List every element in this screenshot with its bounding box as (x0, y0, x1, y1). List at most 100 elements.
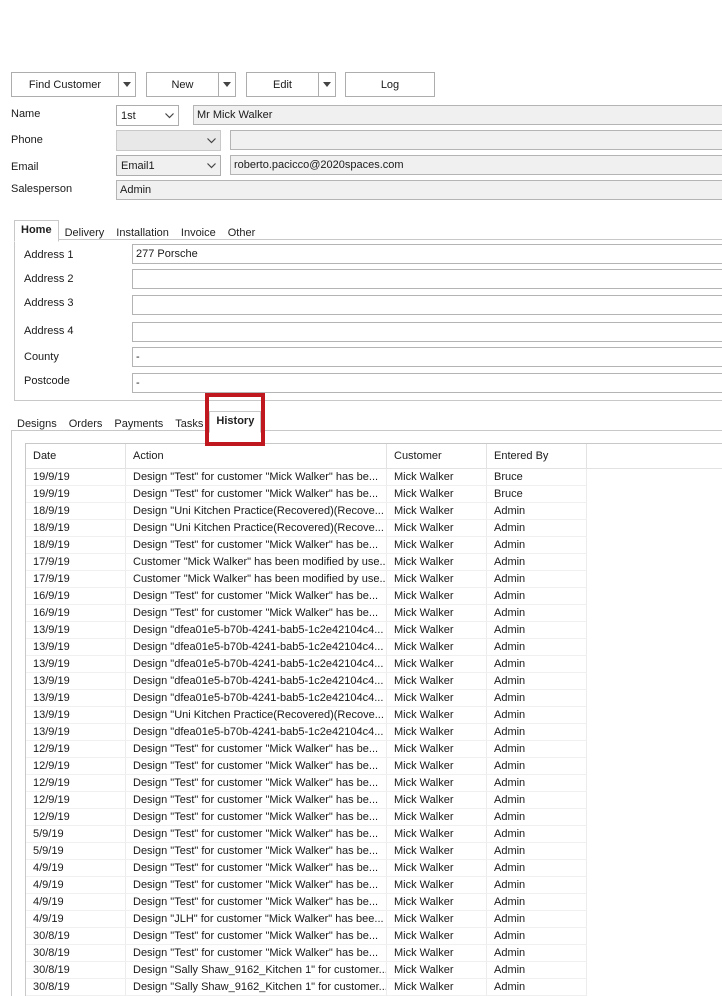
column-header-customer[interactable]: Customer (387, 444, 487, 468)
cell-entered-by: Admin (487, 894, 587, 911)
cell-customer: Mick Walker (387, 673, 487, 690)
cell-entered-by: Admin (487, 622, 587, 639)
cell-entered-by: Admin (487, 792, 587, 809)
email-label: Email (11, 161, 39, 173)
table-row[interactable]: 17/9/19 Customer "Mick Walker" has been m… (26, 554, 722, 571)
cell-action: Design "Test" for customer "Mick Walker"… (126, 588, 387, 605)
chevron-down-icon (160, 112, 178, 119)
phone-type-select[interactable] (116, 130, 221, 151)
cell-entered-by: Bruce (487, 469, 587, 486)
column-header-action[interactable]: Action (126, 444, 387, 468)
cell-action: Design "Test" for customer "Mick Walker"… (126, 758, 387, 775)
cell-entered-by: Admin (487, 979, 587, 996)
cell-entered-by: Admin (487, 571, 587, 588)
cell-entered-by: Admin (487, 656, 587, 673)
cell-entered-by: Admin (487, 605, 587, 622)
chevron-down-icon (202, 162, 220, 169)
address2-input[interactable] (132, 269, 722, 289)
cell-date: 13/9/19 (26, 707, 126, 724)
cell-entered-by: Admin (487, 911, 587, 928)
table-row[interactable]: 17/9/19 Customer "Mick Walker" has been m… (26, 571, 722, 588)
table-row[interactable]: 30/8/19 Design "Test" for customer "Mick … (26, 945, 722, 962)
cell-customer: Mick Walker (387, 622, 487, 639)
address4-label: Address 4 (24, 325, 74, 337)
cell-customer: Mick Walker (387, 741, 487, 758)
postcode-input[interactable]: - (132, 373, 722, 393)
cell-date: 30/8/19 (26, 928, 126, 945)
address3-input[interactable] (132, 295, 722, 315)
table-row[interactable]: 12/9/19 Design "Test" for customer "Mick … (26, 758, 722, 775)
log-button[interactable]: Log (345, 72, 435, 97)
cell-action: Design "dfea01e5-b70b-4241-bab5-1c2e4210… (126, 690, 387, 707)
table-row[interactable]: 19/9/19 Design "Test" for customer "Mick … (26, 486, 722, 503)
find-customer-dropdown[interactable] (118, 73, 135, 96)
name-ordinal-value: 1st (121, 109, 136, 122)
table-row[interactable]: 12/9/19 Design "Test" for customer "Mick … (26, 775, 722, 792)
table-row[interactable]: 30/8/19 Design "Sally Shaw_9162_Kitchen 1… (26, 979, 722, 996)
cell-customer: Mick Walker (387, 656, 487, 673)
cell-customer: Mick Walker (387, 792, 487, 809)
cell-customer: Mick Walker (387, 707, 487, 724)
email-type-select[interactable]: Email1 (116, 155, 221, 176)
new-dropdown[interactable] (218, 73, 235, 96)
column-header-date[interactable]: Date (26, 444, 126, 468)
cell-customer: Mick Walker (387, 928, 487, 945)
table-row[interactable]: 16/9/19 Design "Test" for customer "Mick … (26, 605, 722, 622)
cell-action: Design "dfea01e5-b70b-4241-bab5-1c2e4210… (126, 639, 387, 656)
table-row[interactable]: 12/9/19 Design "Test" for customer "Mick … (26, 809, 722, 826)
cell-date: 30/8/19 (26, 979, 126, 996)
cell-customer: Mick Walker (387, 843, 487, 860)
phone-input[interactable] (230, 130, 722, 150)
cell-customer: Mick Walker (387, 724, 487, 741)
name-ordinal-select[interactable]: 1st (116, 105, 179, 126)
column-header-entered-by[interactable]: Entered By (487, 444, 587, 468)
cell-entered-by: Admin (487, 843, 587, 860)
cell-entered-by: Bruce (487, 486, 587, 503)
table-row[interactable]: 4/9/19 Design "Test" for customer "Mick W… (26, 894, 722, 911)
cell-customer: Mick Walker (387, 537, 487, 554)
table-row[interactable]: 30/8/19 Design "Test" for customer "Mick … (26, 928, 722, 945)
cell-action: Design "Test" for customer "Mick Walker"… (126, 928, 387, 945)
cell-date: 12/9/19 (26, 758, 126, 775)
cell-date: 12/9/19 (26, 775, 126, 792)
postcode-label: Postcode (24, 375, 70, 387)
find-customer-button[interactable]: Find Customer (11, 72, 136, 97)
history-grid[interactable]: Date Action Customer Entered By 19/9/19 D… (25, 443, 722, 996)
address1-input[interactable]: 277 Porsche (132, 244, 722, 264)
table-row[interactable]: 13/9/19 Design "dfea01e5-b70b-4241-bab5-1… (26, 622, 722, 639)
table-row[interactable]: 4/9/19 Design "Test" for customer "Mick W… (26, 860, 722, 877)
cell-customer: Mick Walker (387, 554, 487, 571)
table-row[interactable]: 4/9/19 Design "JLH" for customer "Mick Wa… (26, 911, 722, 928)
table-row[interactable]: 12/9/19 Design "Test" for customer "Mick … (26, 792, 722, 809)
cell-date: 19/9/19 (26, 469, 126, 486)
table-row[interactable]: 13/9/19 Design "dfea01e5-b70b-4241-bab5-1… (26, 656, 722, 673)
table-row[interactable]: 16/9/19 Design "Test" for customer "Mick … (26, 588, 722, 605)
cell-customer: Mick Walker (387, 911, 487, 928)
table-row[interactable]: 30/8/19 Design "Sally Shaw_9162_Kitchen 1… (26, 962, 722, 979)
county-input[interactable]: - (132, 347, 722, 367)
edit-button[interactable]: Edit (246, 72, 336, 97)
new-button[interactable]: New (146, 72, 236, 97)
cell-entered-by: Admin (487, 775, 587, 792)
salesperson-input[interactable]: Admin (116, 180, 722, 200)
table-row[interactable]: 13/9/19 Design "dfea01e5-b70b-4241-bab5-1… (26, 690, 722, 707)
address4-input[interactable] (132, 322, 722, 342)
email-input[interactable]: roberto.pacicco@2020spaces.com (230, 155, 722, 175)
table-row[interactable]: 12/9/19 Design "Test" for customer "Mick … (26, 741, 722, 758)
edit-dropdown[interactable] (318, 73, 335, 96)
table-row[interactable]: 13/9/19 Design "dfea01e5-b70b-4241-bab5-1… (26, 639, 722, 656)
name-input[interactable]: Mr Mick Walker (193, 105, 722, 125)
table-row[interactable]: 5/9/19 Design "Test" for customer "Mick W… (26, 843, 722, 860)
table-row[interactable]: 13/9/19 Design "Uni Kitchen Practice(Reco… (26, 707, 722, 724)
table-row[interactable]: 19/9/19 Design "Test" for customer "Mick … (26, 469, 722, 486)
table-row[interactable]: 13/9/19 Design "dfea01e5-b70b-4241-bab5-1… (26, 673, 722, 690)
table-row[interactable]: 18/9/19 Design "Uni Kitchen Practice(Reco… (26, 503, 722, 520)
table-row[interactable]: 13/9/19 Design "dfea01e5-b70b-4241-bab5-1… (26, 724, 722, 741)
table-row[interactable]: 4/9/19 Design "Test" for customer "Mick W… (26, 877, 722, 894)
cell-entered-by: Admin (487, 741, 587, 758)
cell-entered-by: Admin (487, 724, 587, 741)
table-row[interactable]: 18/9/19 Design "Test" for customer "Mick … (26, 537, 722, 554)
table-row[interactable]: 18/9/19 Design "Uni Kitchen Practice(Reco… (26, 520, 722, 537)
tab-home[interactable]: Home (14, 220, 59, 242)
table-row[interactable]: 5/9/19 Design "Test" for customer "Mick W… (26, 826, 722, 843)
